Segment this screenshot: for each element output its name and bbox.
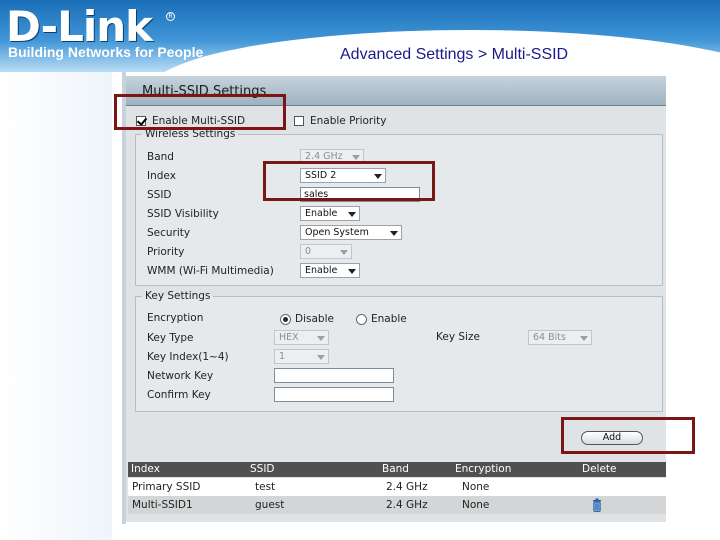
row-ssid: test [255,481,276,493]
dlink-banner: D-Link R Building Networks for People Ad… [0,0,720,72]
ssid-label: SSID [147,189,172,201]
column-header-ssid: SSID [250,463,275,475]
enable-priority-option[interactable]: Enable Priority [294,115,386,127]
key-size-value: 64 Bits [533,332,566,343]
chevron-down-icon [348,269,356,274]
security-value: Open System [305,227,369,238]
row-encryption: None [462,499,490,511]
trash-can-icon[interactable] [592,498,602,512]
radio-button-icon[interactable] [356,313,367,325]
confirm-key-label: Confirm Key [147,389,211,401]
index-label: Index [147,170,176,182]
wmm-select[interactable]: Enable [300,263,360,278]
chevron-down-icon [317,336,325,341]
row-encryption: None [462,481,490,493]
confirm-key-input[interactable] [274,387,394,402]
side-decoration [0,72,112,540]
table-row[interactable]: Multi-SSID1 guest 2.4 GHz None [128,496,666,514]
chevron-down-icon [348,212,356,217]
priority-label: Priority [147,246,185,258]
key-type-value: HEX [279,332,299,343]
chevron-down-icon [317,355,325,360]
page-heading: Advanced Settings > Multi-SSID [340,46,569,63]
key-size-label: Key Size [436,331,480,343]
row-band: 2.4 GHz [386,481,428,493]
ssid-visibility-value: Enable [305,208,338,219]
enable-priority-label: Enable Priority [310,115,387,127]
chevron-down-icon [390,231,398,236]
chevron-down-icon [580,336,588,341]
band-label: Band [147,151,174,163]
wmm-label: WMM (Wi-Fi Multimedia) [147,265,274,277]
chevron-down-icon [352,155,360,160]
network-key-input[interactable] [274,368,394,383]
registered-mark: R [166,12,175,21]
tagline: Building Networks for People [8,44,204,60]
highlight-box-index-ssid [263,161,435,201]
enable-priority-checkbox[interactable] [294,116,304,126]
highlight-box-enable-multi-ssid [114,94,286,130]
row-index: Primary SSID [132,481,201,493]
key-type-select: HEX [274,330,329,345]
ssid-visibility-label: SSID Visibility [147,208,219,220]
multi-ssid-panel: Multi-SSID Settings Enable Multi-SSID En… [126,76,666,522]
security-label: Security [147,227,191,239]
table-row[interactable]: Primary SSID test 2.4 GHz None [128,478,666,496]
key-type-label: Key Type [147,332,194,344]
key-index-select: 1 [274,349,329,364]
encryption-label: Encryption [147,312,204,324]
key-size-select: 64 Bits [528,330,592,345]
row-band: 2.4 GHz [386,499,428,511]
network-key-label: Network Key [147,370,214,382]
wmm-value: Enable [305,265,338,276]
encryption-disable-radio[interactable]: Disable [280,313,334,325]
table-header: Index SSID Band Encryption Delete [128,462,666,477]
security-select[interactable]: Open System [300,225,402,240]
highlight-box-add-button [561,417,695,454]
priority-value: 0 [305,246,312,257]
ssid-visibility-select[interactable]: Enable [300,206,360,221]
disable-label: Disable [295,313,334,325]
chevron-down-icon [340,250,348,255]
key-settings-legend: Key Settings [145,290,211,302]
column-header-band: Band [382,463,409,475]
key-index-value: 1 [279,351,286,362]
wireless-settings-group: Wireless Settings [135,128,663,286]
encryption-enable-radio[interactable]: Enable [356,313,407,325]
priority-select: 0 [300,244,352,259]
column-header-encryption: Encryption [455,463,512,475]
key-index-label: Key Index(1~4) [147,351,229,363]
enable-label: Enable [371,313,407,325]
column-header-delete: Delete [582,463,617,475]
row-ssid: guest [255,499,285,511]
row-index: Multi-SSID1 [132,499,193,511]
radio-button-icon[interactable] [280,313,291,325]
column-header-index: Index [131,463,160,475]
